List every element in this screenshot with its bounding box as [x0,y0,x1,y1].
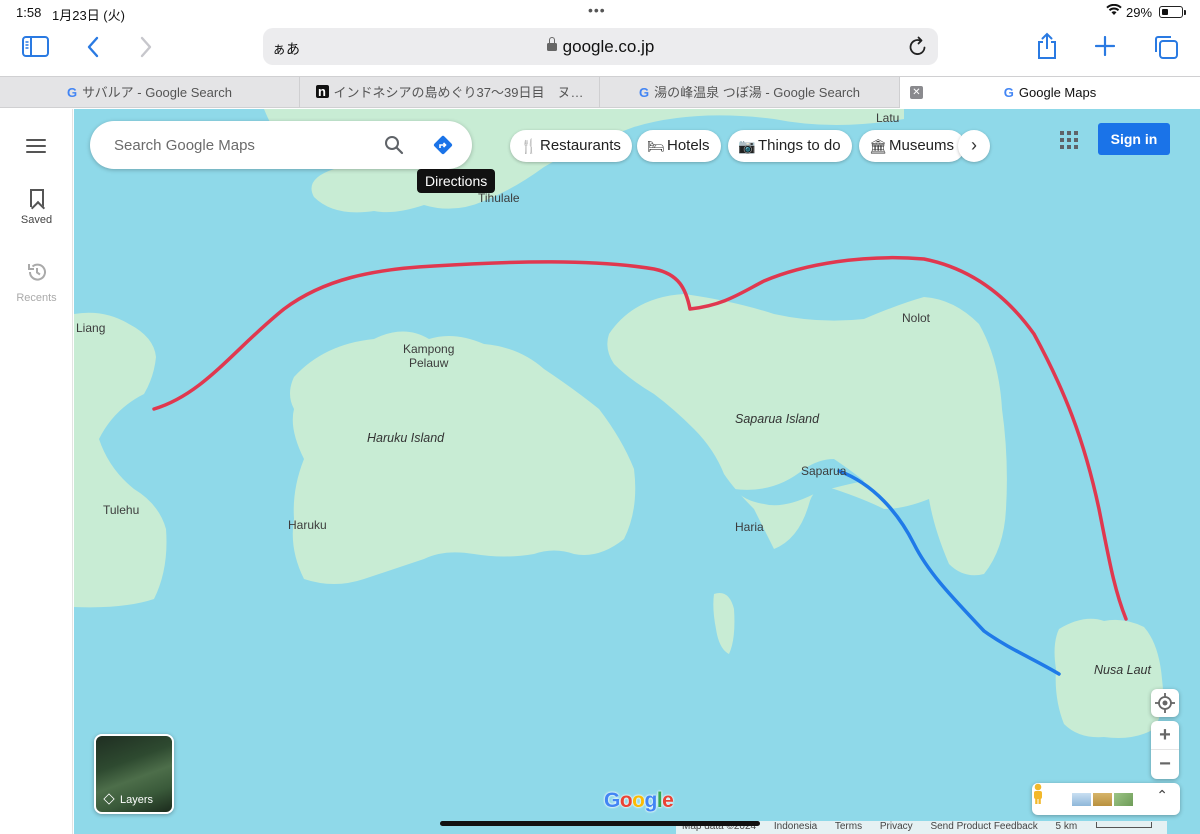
menu-icon[interactable] [26,139,46,157]
wifi-icon [1106,3,1122,19]
recents-button[interactable]: Recents [0,261,73,304]
privacy-link[interactable]: Privacy [880,821,913,832]
zoom-out-button[interactable]: − [1151,750,1179,779]
status-bar: 1:58 1月23日 (火) ••• 29% [0,0,1200,24]
apps-grid-icon[interactable] [1060,131,1078,149]
battery-percent: 29% [1126,5,1153,20]
place-label-haruku-island[interactable]: Haruku Island [367,431,444,445]
back-icon[interactable] [86,36,100,62]
tab-indonesia-blog[interactable]: n インドネシアの島めぐり37～39日目 ヌ… [300,77,600,108]
place-label-nusa-laut[interactable]: Nusa Laut [1094,663,1151,677]
lock-icon [546,37,557,51]
chip-museums[interactable]: 🏛 Museums [859,130,966,162]
feedback-link[interactable]: Send Product Feedback [930,821,1037,832]
haruku-island-land [290,331,636,584]
place-label-latu[interactable]: Latu [876,111,899,125]
chips-next-icon[interactable]: › [958,130,990,162]
museum-icon: 🏛 [869,138,887,154]
search-box[interactable]: Search Google Maps [90,121,472,169]
imagery-thumbnails[interactable] [1072,793,1135,811]
camera-icon: 📷 [738,138,756,154]
google-favicon-icon: G [638,85,650,100]
tab-close-icon[interactable]: ✕ [910,86,923,99]
place-label-tulehu[interactable]: Tulehu [103,503,139,517]
tab-yunomine[interactable]: G 湯の峰温泉 つぼ湯 - Google Search [600,77,900,108]
maps-sidebar: Saved Recents [0,109,73,834]
share-icon[interactable] [1036,32,1058,64]
google-favicon-icon: G [67,85,78,100]
history-icon [26,261,48,286]
place-label-haria[interactable]: Haria [735,520,764,534]
directions-tooltip: Directions [417,169,496,193]
sign-in-button[interactable]: Sign in [1098,123,1170,155]
ambon-land [74,312,167,608]
note-favicon-icon: n [315,85,329,98]
map-canvas[interactable]: Latu Tihulale Liang Tulehu Kampong Pelau… [74,109,1200,834]
google-favicon-icon: G [1003,85,1014,100]
chip-things-to-do[interactable]: 📷 Things to do [728,130,852,162]
scale-bar [1096,822,1153,828]
place-label-haruku[interactable]: Haruku [288,518,327,532]
saved-button[interactable]: Saved [0,189,73,226]
layers-icon [103,793,115,805]
my-location-button[interactable] [1151,689,1179,717]
terms-link[interactable]: Terms [835,821,862,832]
search-input[interactable]: Search Google Maps [114,137,255,154]
google-logo: Google [604,789,674,812]
tab-bar: G サバルア - Google Search n インドネシアの島めぐり37～39日… [0,76,1200,108]
bed-icon: 🛏 [647,138,665,154]
expand-up-icon[interactable]: ⌃ [1156,787,1168,804]
scale-label[interactable]: 5 km [1056,821,1168,832]
nusa-laut-land [1054,618,1163,738]
battery-icon [1159,6,1183,18]
pegman-icon[interactable] [1032,783,1044,805]
crosshair-icon [1155,693,1175,713]
street-view-bar[interactable]: ⌃ [1032,783,1180,815]
footer-country: Indonesia [773,821,818,832]
zoom-in-button[interactable]: + [1151,721,1179,750]
map-terrain [74,109,1163,738]
zoom-controls: + − [1151,721,1179,779]
home-indicator[interactable] [440,821,760,826]
chip-restaurants[interactable]: 🍴 Restaurants [510,130,632,162]
reload-icon[interactable] [908,35,928,62]
sidebar-toggle-icon[interactable] [22,36,49,61]
browser-toolbar: ぁあ google.co.jp [0,24,1200,76]
bookmark-icon [29,189,44,207]
forward-icon[interactable] [139,36,153,62]
place-label-saparua[interactable]: Saparua [801,464,846,478]
url-text[interactable]: google.co.jp [263,37,938,57]
clock: 1:58 [16,5,42,20]
place-label-nolot[interactable]: Nolot [902,311,930,325]
address-bar[interactable]: ぁあ google.co.jp [263,28,938,65]
islet-land [713,593,735,654]
place-label-kampong-pelauw[interactable]: Kampong Pelauw [403,342,454,370]
tab-google-maps[interactable]: ✕ G Google Maps [900,77,1200,108]
multitask-dots-icon[interactable]: ••• [588,2,606,18]
tab-sabarua[interactable]: G サバルア - Google Search [0,77,300,108]
place-label-tihulale[interactable]: Tihulale [478,191,520,205]
layers-button[interactable]: Layers [94,734,174,814]
chip-hotels[interactable]: 🛏 Hotels [637,130,721,162]
restaurant-icon: 🍴 [520,138,538,154]
saparua-island-land [607,294,1007,576]
date: 1月23日 (火) [52,8,125,23]
new-tab-icon[interactable] [1094,35,1116,60]
place-label-saparua-island[interactable]: Saparua Island [735,412,819,426]
tab-overview-icon[interactable] [1153,34,1179,64]
place-label-liang[interactable]: Liang [76,321,105,335]
